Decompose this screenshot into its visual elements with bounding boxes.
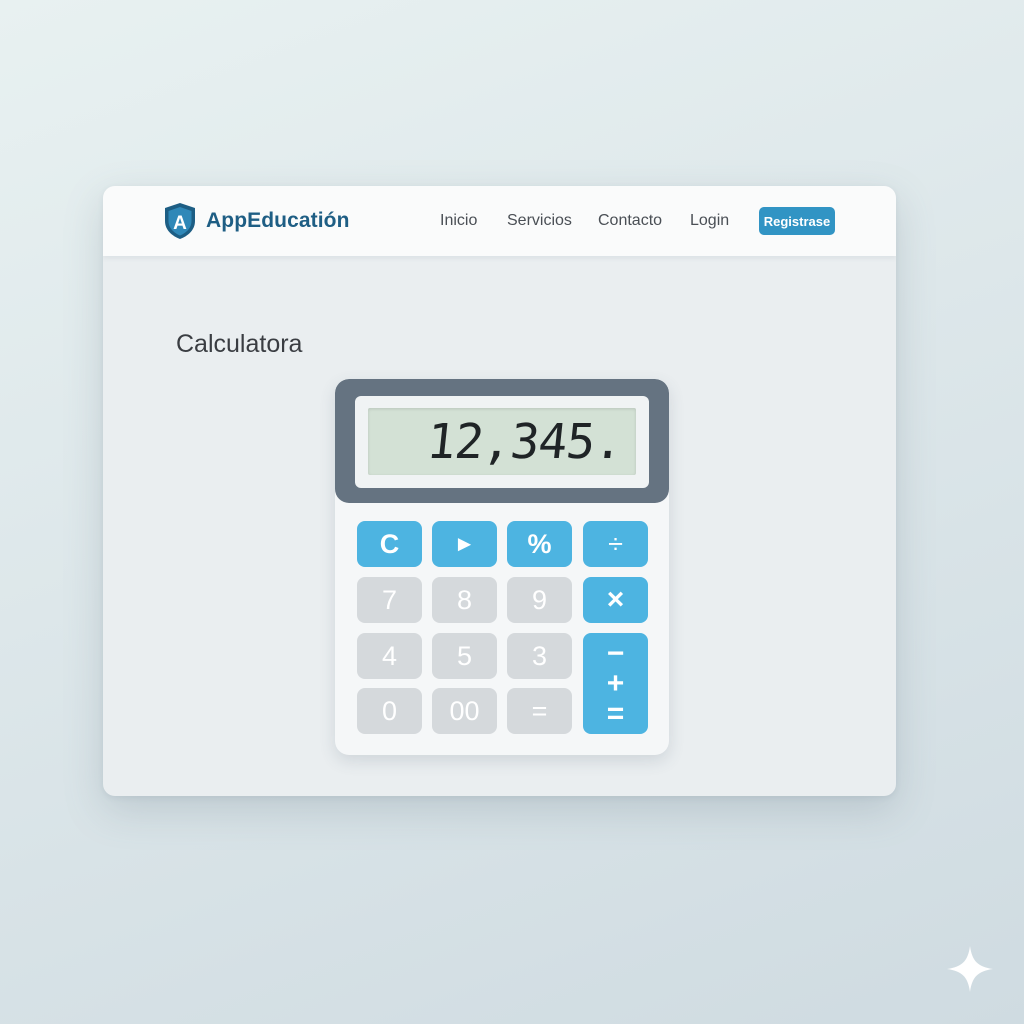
minus-plus-equals-button[interactable]: − + =	[583, 633, 648, 734]
play-icon[interactable]: ►	[432, 521, 497, 567]
key-5[interactable]: 5	[432, 633, 497, 679]
clear-button[interactable]: C	[357, 521, 422, 567]
shield-logo-icon: A	[165, 203, 195, 239]
brand-name: AppEducatión	[206, 209, 350, 232]
page-title: Calculatora	[176, 330, 303, 358]
plus-label: +	[606, 666, 625, 700]
percent-button[interactable]: %	[507, 521, 572, 567]
nav-link-servicios[interactable]: Servicios	[507, 212, 572, 230]
nav-link-login[interactable]: Login	[690, 212, 729, 230]
calculator: 12,345. C ► % ÷ 7 8 9 × 4 5 3 − + = 0 00…	[335, 379, 669, 755]
multiply-button[interactable]: ×	[583, 577, 648, 623]
key-9[interactable]: 9	[507, 577, 572, 623]
key-00[interactable]: 00	[432, 688, 497, 734]
sparkle-icon	[947, 946, 993, 992]
logo-letter: A	[173, 213, 187, 234]
nav-link-inicio[interactable]: Inicio	[440, 212, 477, 230]
key-0[interactable]: 0	[357, 688, 422, 734]
key-3[interactable]: 3	[507, 633, 572, 679]
key-4[interactable]: 4	[357, 633, 422, 679]
key-7[interactable]: 7	[357, 577, 422, 623]
nav-link-contacto[interactable]: Contacto	[598, 212, 662, 230]
calculator-display: 12,345.	[355, 396, 649, 488]
calculator-lcd: 12,345.	[368, 408, 636, 475]
key-8[interactable]: 8	[432, 577, 497, 623]
calculator-display-frame: 12,345.	[335, 379, 669, 503]
divide-button[interactable]: ÷	[583, 521, 648, 567]
display-value: 12,345.	[423, 413, 625, 470]
equals-label: =	[606, 696, 625, 730]
app-window: A AppEducatión Inicio Servicios Contacto…	[103, 186, 896, 796]
minus-label: −	[606, 636, 625, 670]
register-button[interactable]: Registrase	[759, 207, 835, 235]
brand[interactable]: A AppEducatión	[163, 202, 350, 240]
navbar: A AppEducatión Inicio Servicios Contacto…	[103, 186, 896, 256]
equals-button[interactable]: =	[507, 688, 572, 734]
